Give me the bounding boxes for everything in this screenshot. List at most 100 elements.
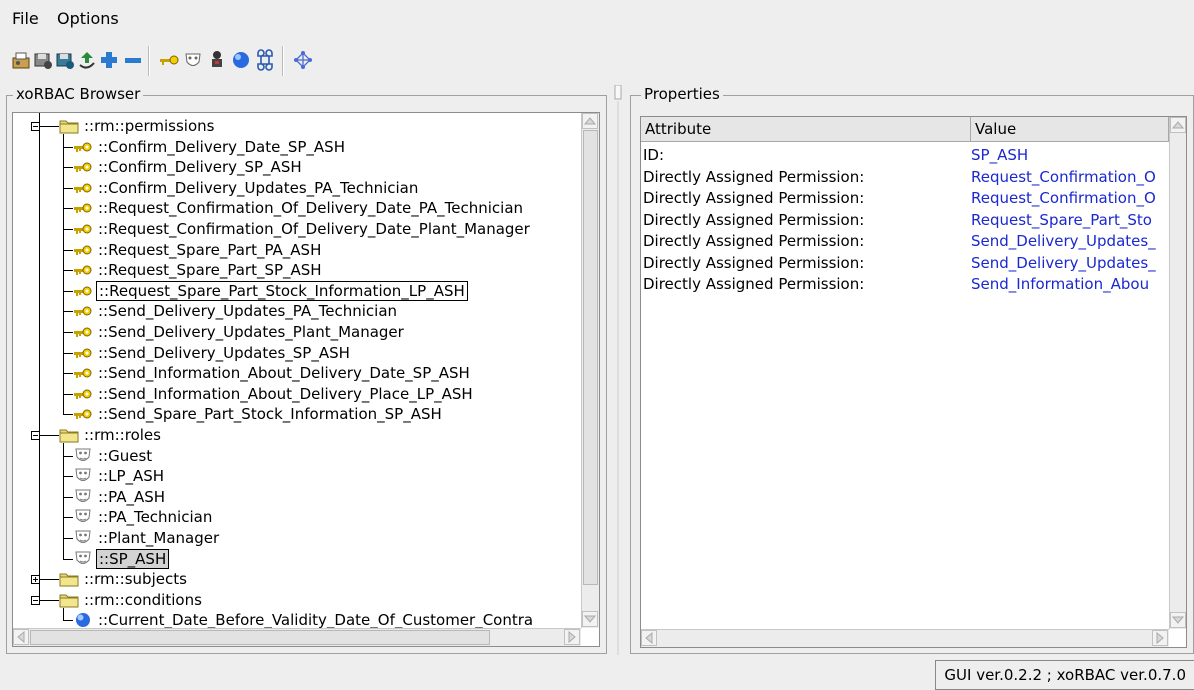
tree-line [63, 146, 73, 148]
properties-horizontal-scrollbar[interactable] [641, 629, 1169, 647]
tree-line [63, 393, 73, 395]
value-link[interactable]: Request_Confirmation_O [971, 187, 1171, 209]
command-icon[interactable] [254, 49, 276, 71]
collapse-toggle-icon[interactable] [31, 595, 40, 605]
attribute-cell: Directly Assigned Permission: [643, 275, 865, 293]
table-row[interactable]: Directly Assigned Permission: Request_Con… [641, 187, 1169, 209]
table-row[interactable]: Directly Assigned Permission: Request_Con… [641, 166, 1169, 188]
key-icon [73, 159, 93, 175]
scroll-right-arrow-icon[interactable] [1152, 630, 1168, 646]
attribute-cell: ID: [643, 146, 665, 164]
menu-file[interactable]: File [12, 9, 39, 28]
value-link[interactable]: Send_Delivery_Updates_ [971, 230, 1171, 252]
tree-line [63, 455, 73, 457]
key-icon [73, 283, 93, 299]
scroll-left-arrow-icon[interactable] [641, 630, 657, 646]
attribute-cell: Directly Assigned Permission: [643, 189, 865, 207]
tree-node-label: ::Confirm_Delivery_Updates_PA_Technician [98, 178, 419, 197]
properties-title: Properties [641, 85, 723, 103]
attribute-cell: Directly Assigned Permission: [643, 253, 865, 272]
tree-line [63, 208, 73, 210]
tree-node-label: ::rm::conditions [84, 590, 202, 609]
tree-node-label: ::Send_Spare_Part_Stock_Information_SP_A… [98, 405, 442, 424]
tree-line [63, 443, 64, 559]
table-row[interactable]: Directly Assigned Permission: Send_Inform… [641, 273, 1169, 295]
tree-line [63, 620, 73, 622]
tree-line [63, 311, 73, 313]
table-row[interactable]: Directly Assigned Permission: Send_Delive… [641, 230, 1169, 252]
mask-icon [73, 489, 93, 505]
key-icon [73, 262, 93, 278]
key-icon [73, 221, 93, 237]
tree-vertical-scrollbar[interactable] [581, 113, 599, 628]
table-row[interactable]: ID: SP_ASH [641, 144, 1169, 166]
browser-title: xoRBAC Browser [13, 85, 144, 103]
save-icon[interactable] [32, 49, 54, 71]
tree-node-label: ::Confirm_Delivery_Date_SP_ASH [98, 137, 345, 156]
subject-person-icon[interactable] [206, 49, 228, 71]
scroll-left-arrow-icon[interactable] [13, 629, 29, 645]
tree-node-label: ::rm::permissions [84, 117, 215, 135]
scroll-down-arrow-icon[interactable] [1170, 612, 1186, 628]
tree-line [63, 229, 73, 230]
tree-node-label: ::rm::subjects [84, 570, 187, 589]
properties-vertical-scrollbar[interactable] [1169, 117, 1186, 629]
tree-node-label: ::Send_Delivery_Updates_Plant_Manager [98, 323, 404, 341]
scroll-down-arrow-icon[interactable] [582, 611, 598, 627]
menu-options[interactable]: Options [57, 9, 119, 28]
key-icon [73, 139, 93, 155]
tree-line [63, 167, 73, 169]
tree-horizontal-scrollbar[interactable] [13, 628, 581, 646]
tree-node-label: ::rm::roles [84, 426, 161, 444]
browser-tree[interactable]: ::rm::permissions::Confirm_Delivery_Date… [12, 112, 600, 647]
tree-node-label: ::Request_Confirmation_Of_Delivery_Date_… [98, 220, 530, 238]
open-icon[interactable] [10, 49, 32, 71]
tree-line [63, 352, 73, 354]
tree-node-label: ::Request_Spare_Part_PA_ASH [98, 240, 322, 259]
value-link[interactable]: Request_Confirmation_O [971, 166, 1171, 188]
permission-key-icon[interactable] [158, 49, 180, 71]
tree-line [63, 558, 73, 560]
tree-node-label: ::PA_Technician [98, 508, 213, 527]
tree-line [39, 113, 40, 596]
tree-hscroll-thumb[interactable] [30, 630, 490, 645]
key-icon [73, 406, 93, 422]
globe-icon [73, 612, 93, 628]
menu-bar: File Options [0, 0, 1194, 40]
column-header-attribute[interactable]: Attribute [641, 117, 971, 141]
column-header-value[interactable]: Value [971, 117, 1169, 141]
tree-vscroll-thumb[interactable] [583, 130, 598, 585]
add-icon[interactable] [98, 49, 120, 71]
tree-node-label: ::Send_Delivery_Updates_PA_Technician [98, 302, 398, 321]
tree-line [63, 134, 64, 415]
role-mask-icon[interactable] [182, 49, 204, 71]
panel-splitter[interactable] [612, 84, 624, 655]
value-link[interactable]: SP_ASH [971, 144, 1171, 166]
network-icon[interactable] [292, 49, 314, 71]
value-link[interactable]: Request_Spare_Part_Sto [971, 209, 1171, 231]
scroll-up-arrow-icon[interactable] [1170, 117, 1186, 133]
refresh-icon[interactable] [76, 49, 98, 71]
tree-line [63, 414, 73, 416]
key-icon [73, 242, 93, 258]
attribute-cell: Directly Assigned Permission: [643, 232, 865, 250]
key-icon [73, 303, 93, 319]
tree-line [63, 517, 73, 519]
condition-globe-icon[interactable] [230, 49, 252, 71]
key-icon [73, 324, 93, 340]
key-icon [73, 386, 93, 402]
scroll-up-arrow-icon[interactable] [582, 113, 598, 129]
value-link[interactable]: Send_Delivery_Updates_ [971, 252, 1171, 274]
save-as-icon[interactable] [54, 49, 76, 71]
tree-line [63, 187, 73, 189]
properties-table[interactable]: Attribute Value ID: SP_ASH Directly Assign… [640, 116, 1187, 648]
status-bar: GUI ver.0.2.2 ; xoRBAC ver.0.7.0 [935, 660, 1194, 690]
tree-line [63, 373, 73, 375]
tree-line [40, 435, 59, 436]
scroll-right-arrow-icon[interactable] [564, 629, 580, 645]
table-row[interactable]: Directly Assigned Permission: Request_Spa… [641, 209, 1169, 231]
table-row[interactable]: Directly Assigned Permission: Send_Delive… [641, 252, 1169, 274]
remove-icon[interactable] [122, 49, 144, 71]
tree-node-label: ::Request_Confirmation_Of_Delivery_Date_… [98, 199, 524, 218]
value-link[interactable]: Send_Information_Abou [971, 273, 1171, 295]
